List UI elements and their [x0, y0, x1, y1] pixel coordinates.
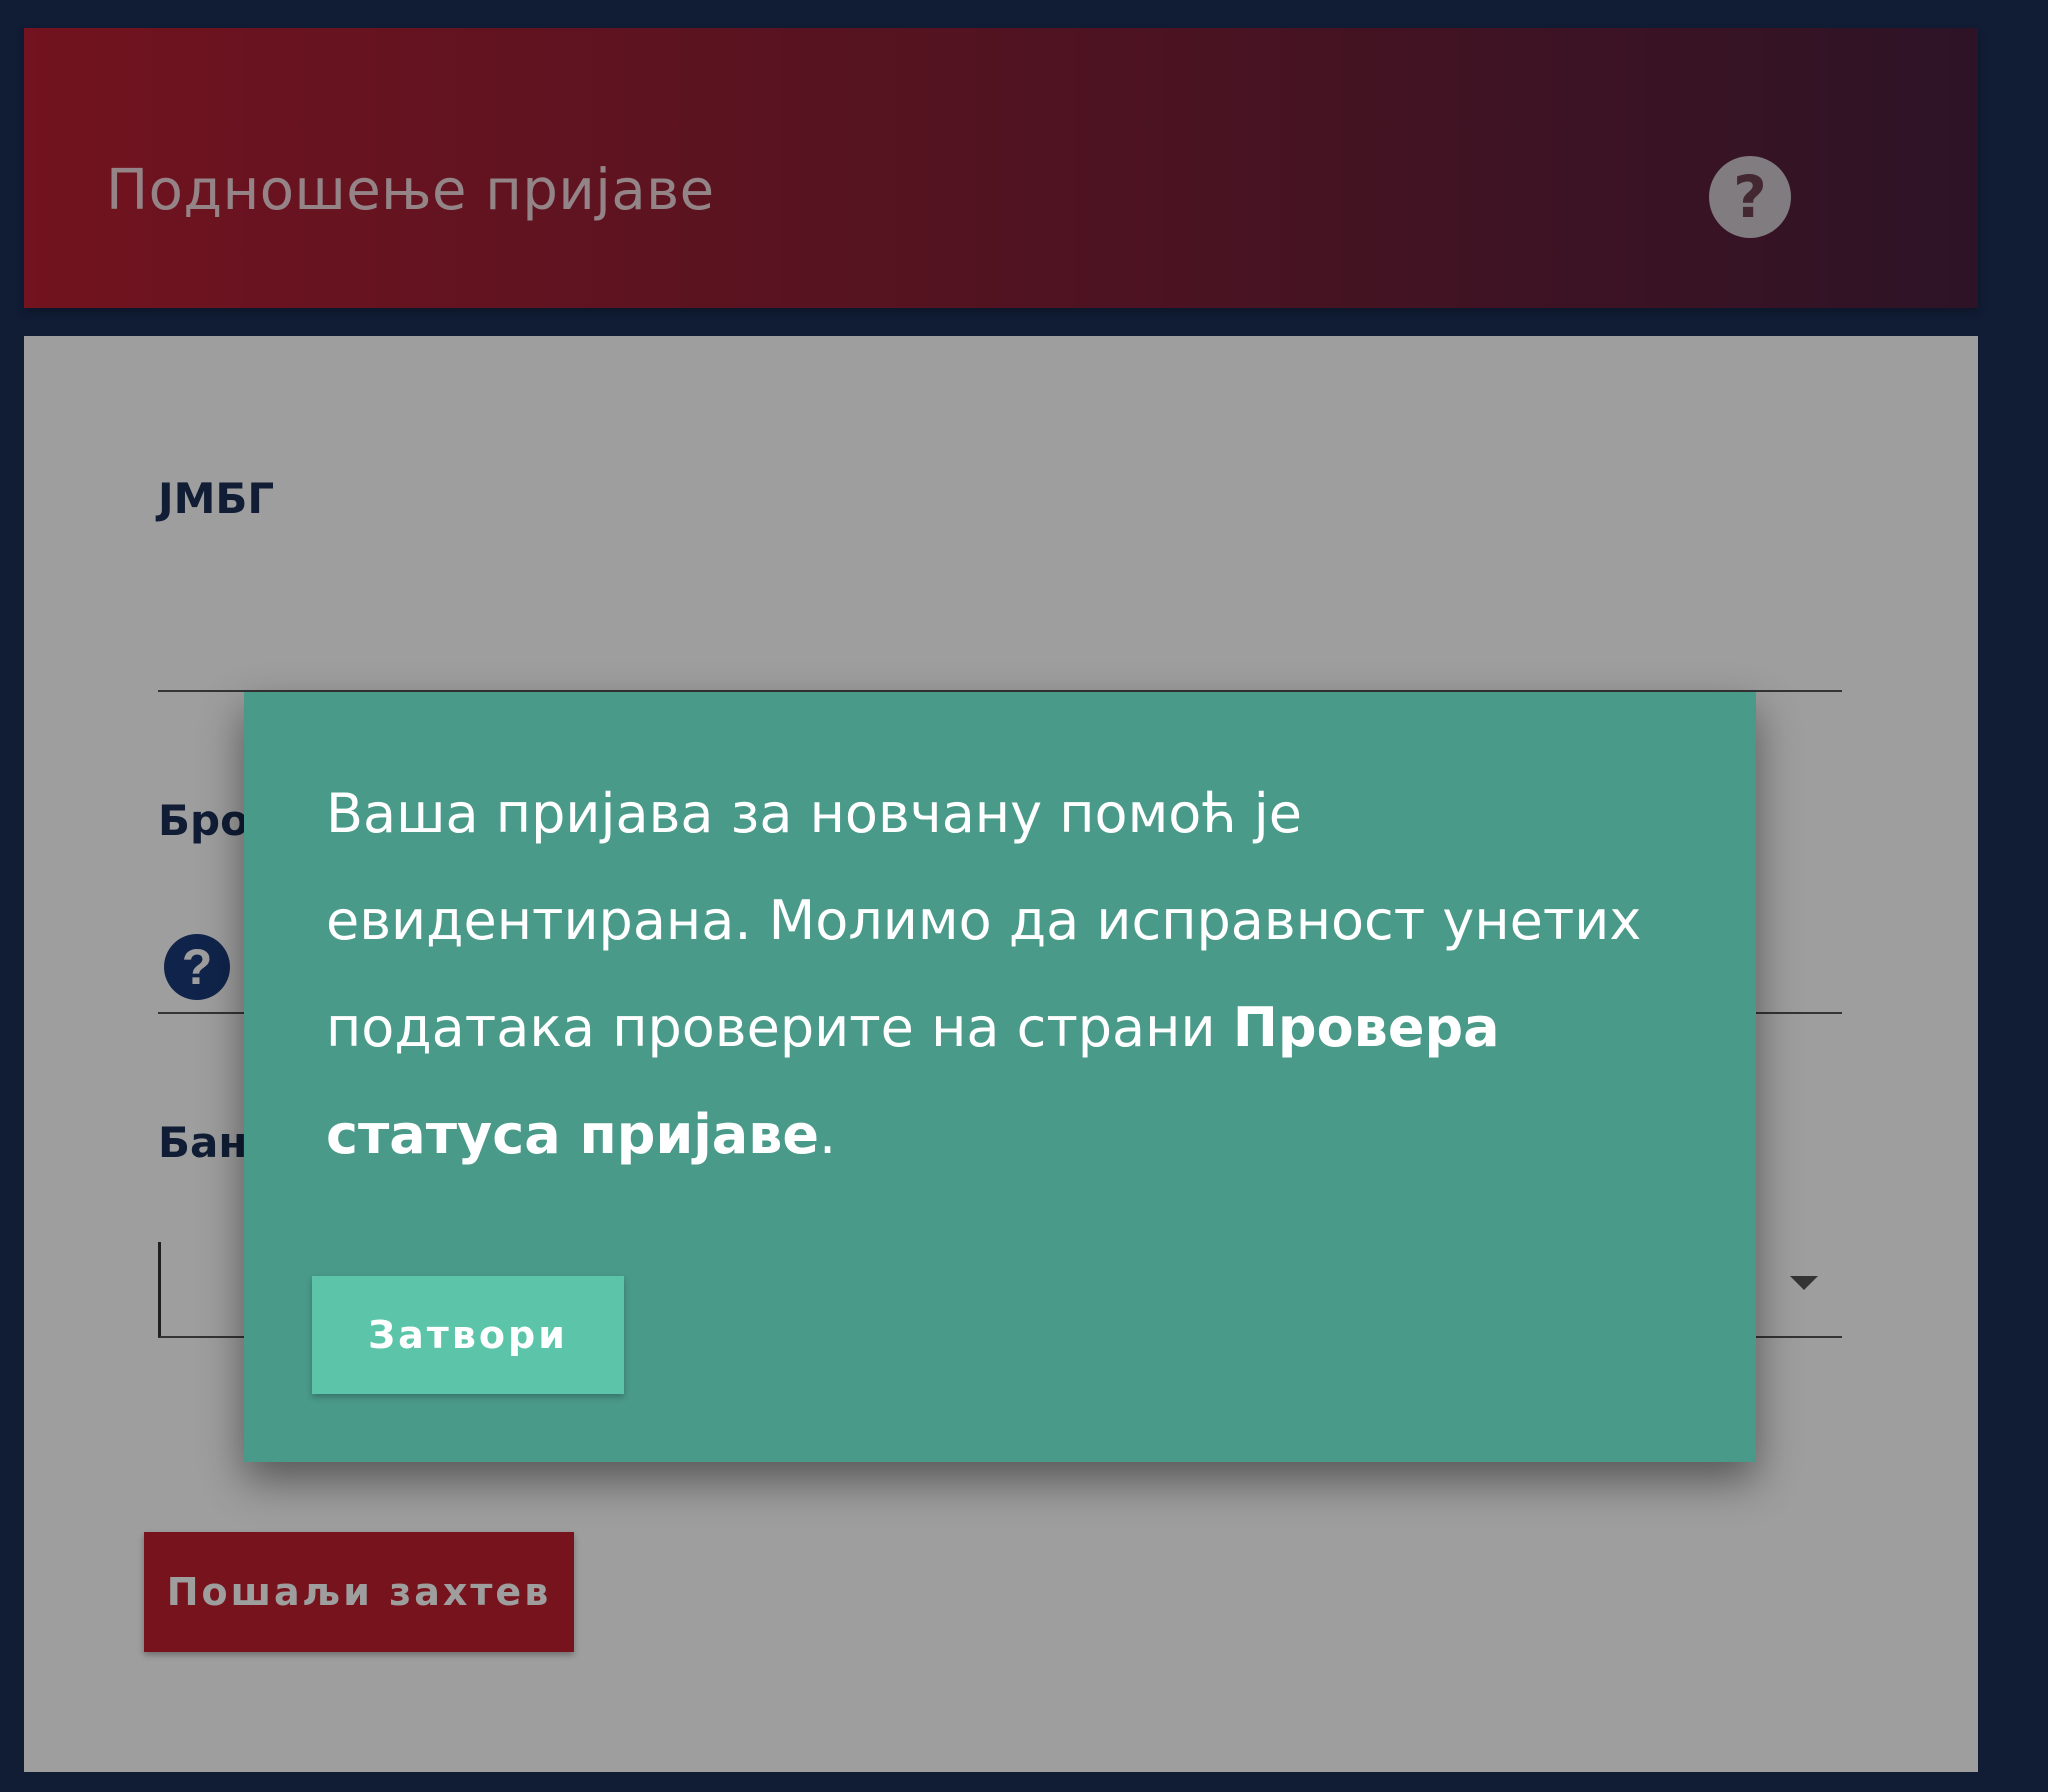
close-button[interactable]: Затвори — [312, 1276, 624, 1394]
page: Подношење пријаве ? ЈМБГ Бро ? Бан Пошаљ… — [0, 0, 2048, 1792]
confirmation-dialog: Ваша пријава за новчану помоћ је евидент… — [244, 692, 1756, 1462]
dialog-message-end: . — [819, 1103, 837, 1166]
dialog-message: Ваша пријава за новчану помоћ је евидент… — [326, 760, 1696, 1188]
